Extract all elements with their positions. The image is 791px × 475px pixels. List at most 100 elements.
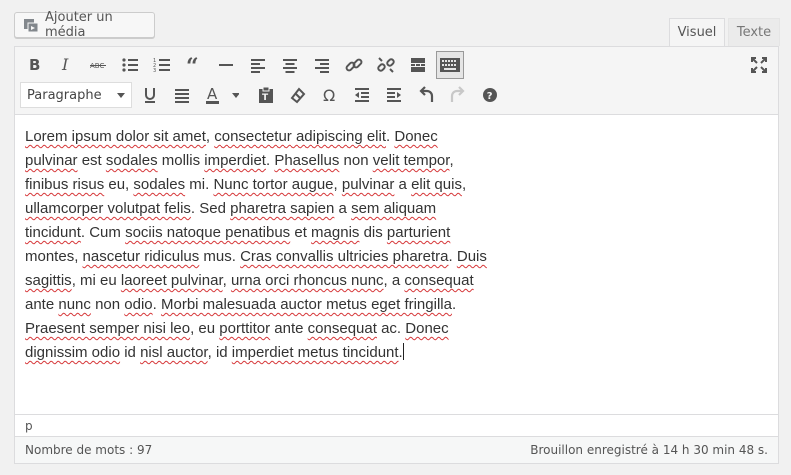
omega-icon: Ω xyxy=(323,86,335,105)
indent-icon xyxy=(387,88,401,102)
undo-button[interactable] xyxy=(412,81,440,109)
svg-text:T: T xyxy=(262,93,269,103)
content-text: mollis xyxy=(157,152,205,169)
eraser-icon xyxy=(290,87,306,104)
misspelled-word: tincidunt xyxy=(25,224,81,241)
numbered-list-button[interactable]: 123 xyxy=(148,51,176,79)
content-line: tincidunt. Cum sociis natoque penatibus … xyxy=(25,221,505,245)
element-path[interactable]: p xyxy=(15,414,778,436)
blockquote-button[interactable]: “ xyxy=(180,51,208,79)
outdent-icon xyxy=(355,88,369,102)
text-color-button[interactable]: A xyxy=(200,81,242,109)
misspelled-word: Donec xyxy=(394,128,438,145)
content-text: , xyxy=(461,176,467,193)
word-count: Nombre de mots : 97 xyxy=(25,443,153,457)
help-icon: ? xyxy=(483,88,497,102)
content-line: ante nunc non odio. Morbi malesuada auct… xyxy=(25,293,505,317)
tab-text[interactable]: Texte xyxy=(728,18,780,46)
editor-content[interactable]: Lorem ipsum dolor sit amet, consectetur … xyxy=(25,125,505,365)
keyboard-icon xyxy=(440,58,460,72)
svg-text:Ω: Ω xyxy=(323,86,335,105)
content-text: . xyxy=(448,248,457,265)
editor-toolbar: B I ABC 123 “ xyxy=(15,47,778,115)
misspelled-word: sodales xyxy=(105,152,158,169)
misspelled-word: Duis xyxy=(456,248,487,265)
justify-button[interactable] xyxy=(168,81,196,109)
content-line: pulvinar est sodales mollis imperdiet. P… xyxy=(25,149,505,173)
content-text: est xyxy=(77,152,106,169)
svg-text:I: I xyxy=(61,55,69,74)
text-cursor xyxy=(402,343,404,360)
misspelled-word: pulvinar xyxy=(25,152,78,169)
clear-formatting-button[interactable] xyxy=(284,81,312,109)
content-text: , xyxy=(222,272,231,289)
paste-text-icon: T xyxy=(259,86,273,103)
remove-link-button[interactable] xyxy=(372,51,400,79)
strikethrough-button[interactable]: ABC xyxy=(84,51,112,79)
quote-icon: “ xyxy=(186,55,199,75)
insert-link-button[interactable] xyxy=(340,51,368,79)
misspelled-word: nascetur ridiculus xyxy=(82,248,200,265)
redo-button[interactable] xyxy=(444,81,472,109)
read-more-button[interactable] xyxy=(404,51,432,79)
content-text: . Cum xyxy=(80,224,126,241)
undo-icon xyxy=(419,86,434,102)
misspelled-word: laoreet pulvinar xyxy=(120,272,223,289)
distraction-free-button[interactable] xyxy=(745,51,773,79)
horizontal-line-button[interactable] xyxy=(212,51,240,79)
svg-text:3: 3 xyxy=(153,68,156,74)
element-path-label: p xyxy=(25,418,33,433)
align-right-button[interactable] xyxy=(308,51,336,79)
misspelled-word: Donec xyxy=(405,320,449,337)
italic-icon: I xyxy=(61,55,69,74)
strikethrough-icon: ABC xyxy=(90,62,106,70)
content-text: a xyxy=(334,200,352,217)
content-text: , xyxy=(449,152,454,169)
misspelled-word: sem aliquam xyxy=(351,200,437,217)
misspelled-word: Nunc tortor augue xyxy=(213,176,334,193)
content-text: ac. xyxy=(376,320,406,337)
format-select[interactable]: Paragraphe xyxy=(20,82,132,108)
align-left-button[interactable] xyxy=(244,51,272,79)
misspelled-word: Praesent semper nisi leo xyxy=(25,320,191,337)
misspelled-word: Morbi malesuada auctor metus eget fringi… xyxy=(160,296,452,313)
misspelled-word: imperdiet metus tincidunt xyxy=(231,344,399,361)
horizontal-line-icon xyxy=(219,64,233,66)
svg-text:B: B xyxy=(29,56,40,74)
help-button[interactable]: ? xyxy=(476,81,504,109)
bullet-list-button[interactable] xyxy=(116,51,144,79)
misspelled-word: velit tempor xyxy=(372,152,450,169)
svg-text:“: “ xyxy=(186,55,199,75)
content-text: . xyxy=(451,296,457,313)
paste-text-button[interactable]: T xyxy=(252,81,280,109)
content-line: dignissim odio id nisl auctor, id imperd… xyxy=(25,341,505,365)
align-right-icon xyxy=(315,59,329,73)
content-text: ante xyxy=(270,320,308,337)
justify-icon xyxy=(175,89,189,103)
outdent-button[interactable] xyxy=(348,81,376,109)
tab-visual[interactable]: Visuel xyxy=(669,18,725,46)
content-text: . Sed xyxy=(190,200,231,217)
misspelled-word: porttitor xyxy=(219,320,271,337)
special-character-button[interactable]: Ω xyxy=(316,81,344,109)
italic-button[interactable]: I xyxy=(52,51,80,79)
bold-button[interactable]: B xyxy=(20,51,48,79)
align-center-button[interactable] xyxy=(276,51,304,79)
misspelled-word: nunc xyxy=(58,296,91,313)
misspelled-word: odio xyxy=(124,296,153,313)
add-media-button[interactable]: Ajouter un média xyxy=(14,10,155,40)
misspelled-word: consequat xyxy=(307,320,377,337)
content-line: Praesent semper nisi leo, eu porttitor a… xyxy=(25,317,505,341)
text-color-icon: A xyxy=(206,85,239,104)
content-text: , eu xyxy=(190,320,220,337)
toolbar-toggle-button[interactable] xyxy=(436,51,464,79)
read-more-icon xyxy=(411,58,425,72)
bullet-list-icon xyxy=(122,58,138,72)
autosave-status: Brouillon enregistré à 14 h 30 min 48 s. xyxy=(530,443,768,457)
content-text: eu, xyxy=(104,176,134,193)
editor: B I ABC 123 “ xyxy=(14,46,779,464)
misspelled-word: nisl auctor xyxy=(140,344,208,361)
content-line: ullamcorper volutpat felis. Sed pharetra… xyxy=(25,197,505,221)
underline-button[interactable] xyxy=(136,81,164,109)
indent-button[interactable] xyxy=(380,81,408,109)
